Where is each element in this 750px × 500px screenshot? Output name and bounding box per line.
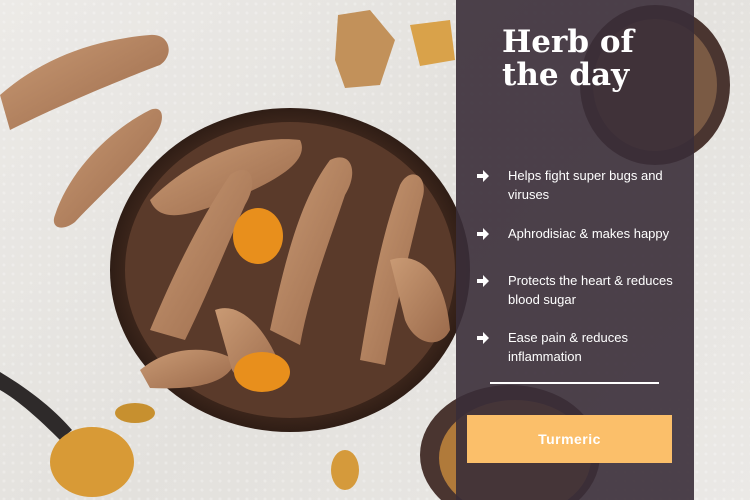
benefit-text: Ease pain & reduces inflammation — [508, 330, 628, 364]
arrow-right-icon — [477, 228, 489, 240]
benefit-item: Protects the heart & reduces blood sugar — [476, 271, 686, 309]
benefit-text: Helps fight super bugs and viruses — [508, 168, 663, 202]
powder — [115, 403, 155, 423]
spoon — [0, 372, 72, 440]
root-cut — [234, 352, 290, 392]
root-cut — [233, 208, 283, 264]
arrow-right-icon — [477, 170, 489, 182]
spoon-powder — [50, 427, 134, 497]
divider — [490, 382, 659, 384]
benefit-text: Protects the heart & reduces blood sugar — [508, 273, 673, 307]
benefit-item: Helps fight super bugs and viruses — [476, 166, 686, 204]
panel-title: Herb of the day — [502, 24, 634, 93]
rhizome — [410, 20, 455, 66]
turmeric-button[interactable]: Turmeric — [467, 415, 672, 463]
rhizome — [335, 10, 395, 88]
benefit-text: Aphrodisiac & makes happy — [508, 226, 670, 241]
arrow-right-icon — [477, 275, 489, 287]
arrow-right-icon — [477, 332, 489, 344]
benefit-item: Ease pain & reduces inflammation — [476, 328, 686, 366]
benefit-item: Aphrodisiac & makes happy — [476, 224, 686, 243]
powder — [331, 450, 359, 490]
